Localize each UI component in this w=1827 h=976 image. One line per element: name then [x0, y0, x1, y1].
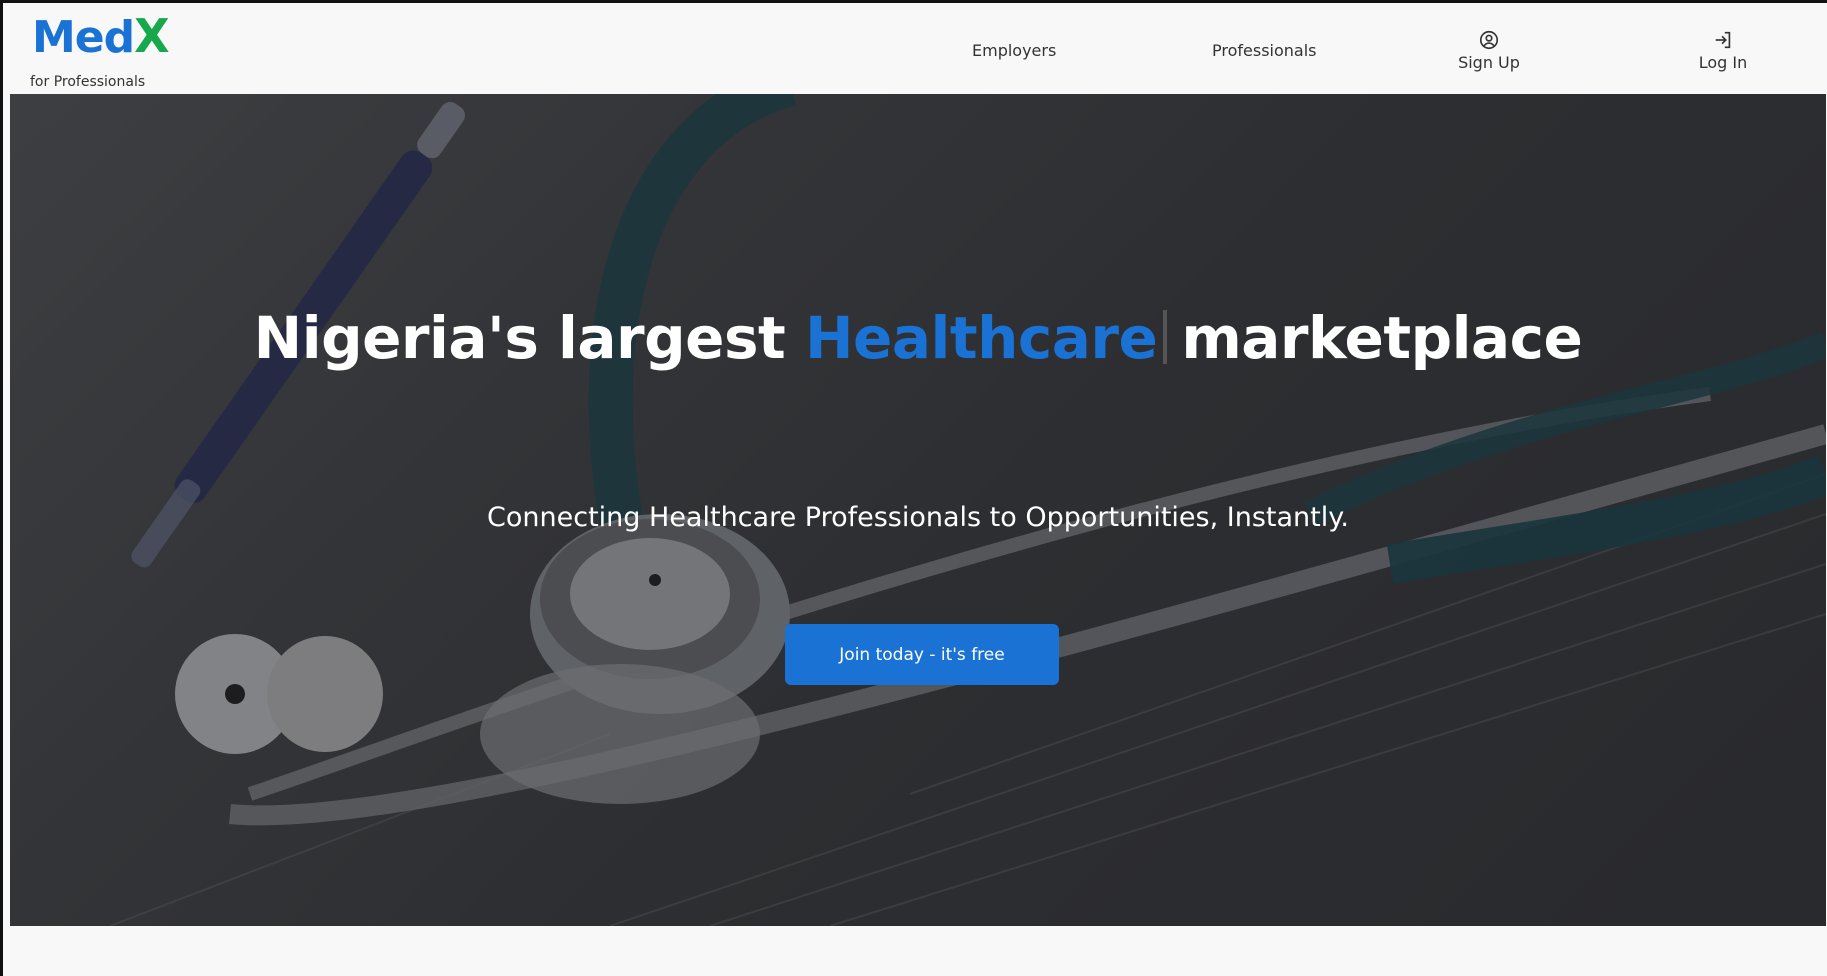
signup-label: Sign Up: [1458, 53, 1520, 72]
logo-med-text: Med: [32, 12, 135, 63]
hero-title: Nigeria's largest Healthcare marketplace: [10, 304, 1826, 372]
nav-employers-link[interactable]: Employers: [972, 41, 1056, 60]
site-header: Med X for Professionals Employers Profes…: [10, 3, 1826, 94]
hero-title-end: marketplace: [1181, 304, 1583, 372]
join-today-button[interactable]: Join today - it's free: [785, 624, 1059, 685]
nav-login-link[interactable]: Log In: [1690, 29, 1756, 72]
logo-tagline: for Professionals: [30, 74, 146, 90]
hero-title-start: Nigeria's largest: [253, 304, 805, 372]
logo-x-text: X: [134, 9, 170, 63]
login-label: Log In: [1698, 53, 1748, 72]
medx-logo[interactable]: Med X: [32, 9, 170, 63]
login-arrow-icon: [1715, 31, 1731, 49]
nav-professionals-link[interactable]: Professionals: [1212, 41, 1317, 60]
typing-cursor: [1163, 310, 1168, 364]
hero-title-accent: Healthcare: [804, 304, 1158, 372]
nav-signup-link[interactable]: Sign Up: [1450, 29, 1528, 72]
window-left-border: [0, 0, 3, 976]
hero-section: Nigeria's largest Healthcare marketplace …: [10, 94, 1826, 926]
user-circle-icon: [1479, 30, 1499, 50]
hero-subtitle: Connecting Healthcare Professionals to O…: [487, 502, 1349, 533]
